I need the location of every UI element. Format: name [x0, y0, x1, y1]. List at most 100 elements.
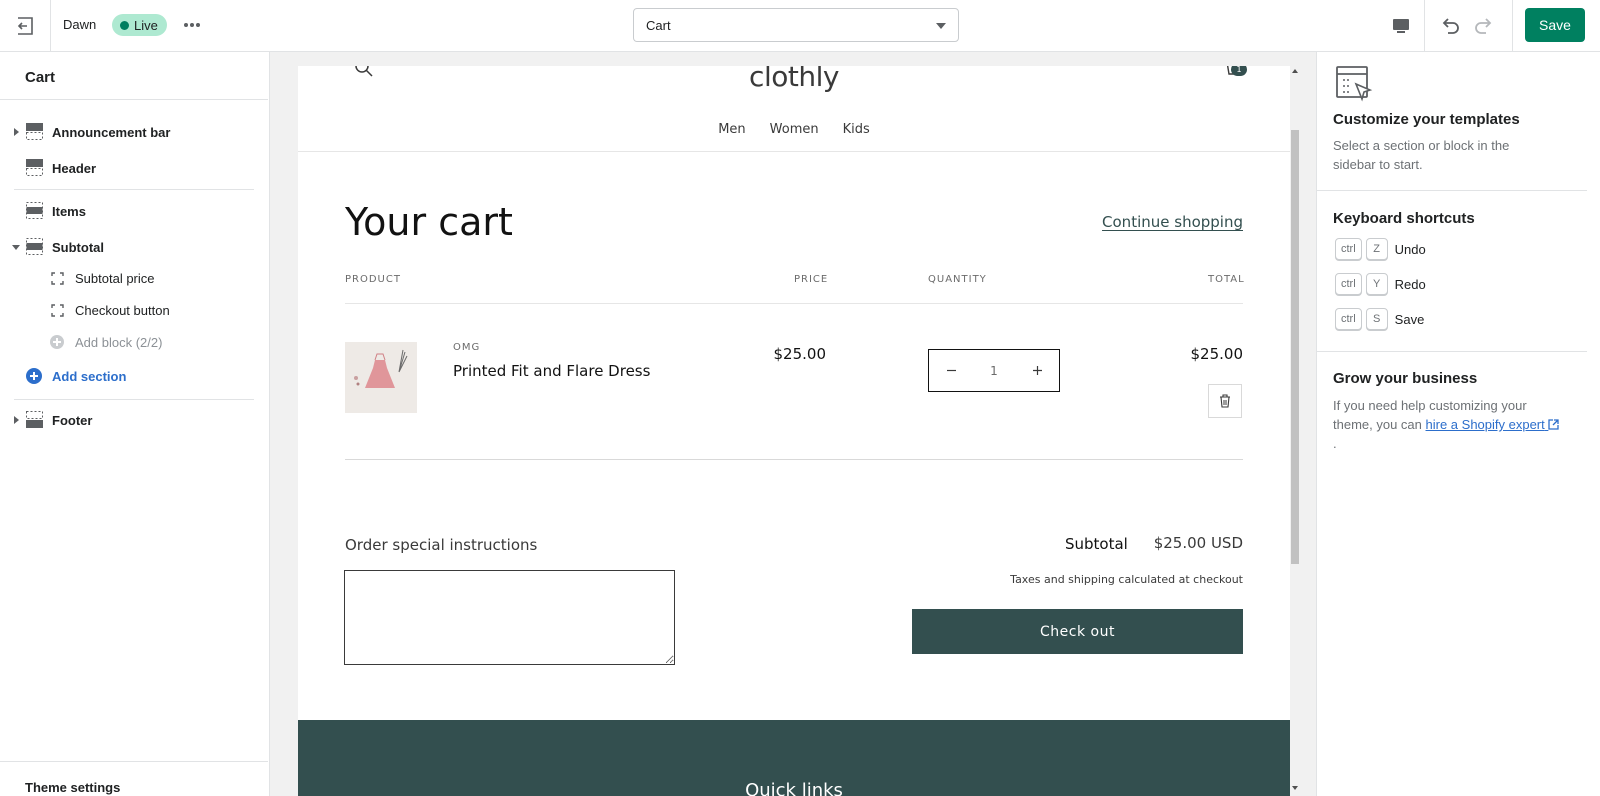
- kbd-key: Z: [1365, 238, 1388, 260]
- redo-icon: [1475, 18, 1492, 34]
- section-label: Items: [52, 204, 86, 219]
- checkout-button[interactable]: Check out: [912, 609, 1243, 654]
- section-label: Footer: [52, 413, 93, 428]
- section-label: Header: [52, 161, 97, 176]
- add-circle-icon: [26, 368, 42, 384]
- divider: [14, 189, 254, 190]
- product-image[interactable]: [345, 342, 417, 413]
- theme-name: Dawn: [63, 17, 97, 32]
- cart-count-badge: 1: [1231, 66, 1247, 76]
- trash-icon: [1220, 394, 1230, 408]
- caret-right-icon[interactable]: [14, 416, 19, 424]
- block-icon: [51, 272, 64, 285]
- exit-button[interactable]: [0, 0, 51, 51]
- block-checkout-button[interactable]: Checkout button: [0, 296, 255, 324]
- desktop-icon: [1393, 19, 1409, 33]
- exit-icon: [17, 16, 33, 35]
- live-badge: Live: [112, 14, 167, 36]
- plus-icon: [1032, 366, 1042, 375]
- hire-expert-link[interactable]: hire a Shopify expert: [1426, 417, 1560, 432]
- block-label: Checkout button: [75, 303, 170, 318]
- shortcut-label: Save: [1394, 311, 1425, 327]
- kbd-key: ctrl: [1335, 273, 1362, 295]
- right-panel: Customize your templates Select a sectio…: [1316, 52, 1600, 796]
- cart-title: Your cart: [345, 200, 513, 244]
- quantity-decrease-button[interactable]: [929, 350, 973, 391]
- theme-settings-bar: Theme settings: [0, 761, 268, 796]
- theme-settings-link[interactable]: Theme settings: [25, 780, 120, 795]
- template-select[interactable]: Cart: [633, 8, 959, 42]
- nav-link-men[interactable]: Men: [718, 122, 745, 137]
- toolbar-divider: [1512, 0, 1513, 51]
- section-label: Announcement bar: [52, 125, 171, 140]
- product-vendor: OMG: [453, 342, 481, 353]
- subtotal-value: $25.00 USD: [1153, 534, 1243, 552]
- divider: [298, 151, 1290, 152]
- section-icon: [26, 159, 43, 176]
- shortcut-redo: ctrl Y Redo: [1335, 272, 1426, 296]
- kbd-key: S: [1365, 308, 1388, 330]
- section-footer[interactable]: Footer: [0, 406, 255, 434]
- product-price: $25.00: [773, 345, 827, 363]
- product-name[interactable]: Printed Fit and Flare Dress: [453, 362, 650, 380]
- add-section-button[interactable]: Add section: [0, 362, 255, 390]
- quantity-input[interactable]: 1: [973, 364, 1015, 378]
- block-subtotal-price[interactable]: Subtotal price: [0, 264, 255, 292]
- toolbar-divider: [1424, 0, 1425, 51]
- kbd-key: ctrl: [1335, 238, 1362, 260]
- top-bar: Dawn Live Cart Save: [0, 0, 1600, 52]
- column-header-price: PRICE: [794, 274, 829, 285]
- subtotal-label: Subtotal: [1065, 535, 1128, 553]
- divider: [0, 99, 268, 100]
- quantity-stepper: 1: [928, 349, 1060, 392]
- minus-icon: [946, 369, 956, 372]
- store-footer: Quick links: [298, 720, 1290, 796]
- caret-down-icon[interactable]: [12, 245, 20, 250]
- divider: [14, 399, 254, 400]
- section-header[interactable]: Header: [0, 154, 255, 182]
- remove-item-button[interactable]: [1208, 384, 1242, 418]
- template-select-value: Cart: [646, 17, 671, 33]
- block-icon: [51, 304, 64, 317]
- continue-shopping-link[interactable]: Continue shopping: [1102, 213, 1243, 231]
- divider: [345, 303, 1243, 304]
- section-icon: [26, 238, 43, 255]
- external-link-icon: [1548, 419, 1560, 430]
- section-icon: [26, 411, 43, 428]
- hire-expert-link-label: hire a Shopify expert: [1425, 417, 1545, 432]
- divider: [1317, 351, 1587, 352]
- add-block-button[interactable]: Add block (2/2): [0, 328, 255, 356]
- order-note-textarea[interactable]: [344, 570, 675, 665]
- caret-down-icon: [936, 23, 946, 29]
- more-actions-button[interactable]: [180, 14, 204, 36]
- tax-note: Taxes and shipping calculated at checkou…: [1010, 573, 1243, 586]
- nav-link-women[interactable]: Women: [770, 122, 819, 137]
- undo-button[interactable]: [1436, 12, 1464, 40]
- shortcuts-title: Keyboard shortcuts: [1333, 210, 1475, 227]
- add-circle-icon: [50, 335, 64, 349]
- section-icon: [26, 202, 43, 219]
- device-preview-button[interactable]: [1388, 13, 1414, 39]
- quantity-increase-button[interactable]: [1015, 350, 1059, 391]
- scroll-up-arrow-icon[interactable]: [1292, 69, 1298, 73]
- section-announcement-bar[interactable]: Announcement bar: [0, 118, 255, 146]
- sidebar-title: Cart: [25, 69, 56, 86]
- save-button[interactable]: Save: [1525, 8, 1585, 42]
- grow-text-suffix: .: [1333, 436, 1337, 451]
- order-note-label: Order special instructions: [345, 536, 538, 554]
- column-header-quantity: QUANTITY: [928, 274, 987, 285]
- scroll-down-arrow-icon[interactable]: [1292, 786, 1298, 790]
- column-header-product: PRODUCT: [345, 274, 401, 285]
- nav-link-kids[interactable]: Kids: [843, 122, 870, 137]
- section-items[interactable]: Items: [0, 197, 255, 225]
- grow-title: Grow your business: [1333, 370, 1478, 387]
- preview-scrollbar-thumb[interactable]: [1291, 130, 1299, 564]
- caret-right-icon[interactable]: [14, 128, 19, 136]
- store-logo[interactable]: clothly: [298, 66, 1290, 93]
- section-subtotal[interactable]: Subtotal: [0, 233, 255, 261]
- footer-heading: Quick links: [745, 780, 843, 796]
- redo-button[interactable]: [1470, 12, 1498, 40]
- section-icon: [26, 123, 43, 140]
- add-block-label: Add block (2/2): [75, 335, 163, 350]
- store-nav: Men Women Kids: [298, 122, 1290, 137]
